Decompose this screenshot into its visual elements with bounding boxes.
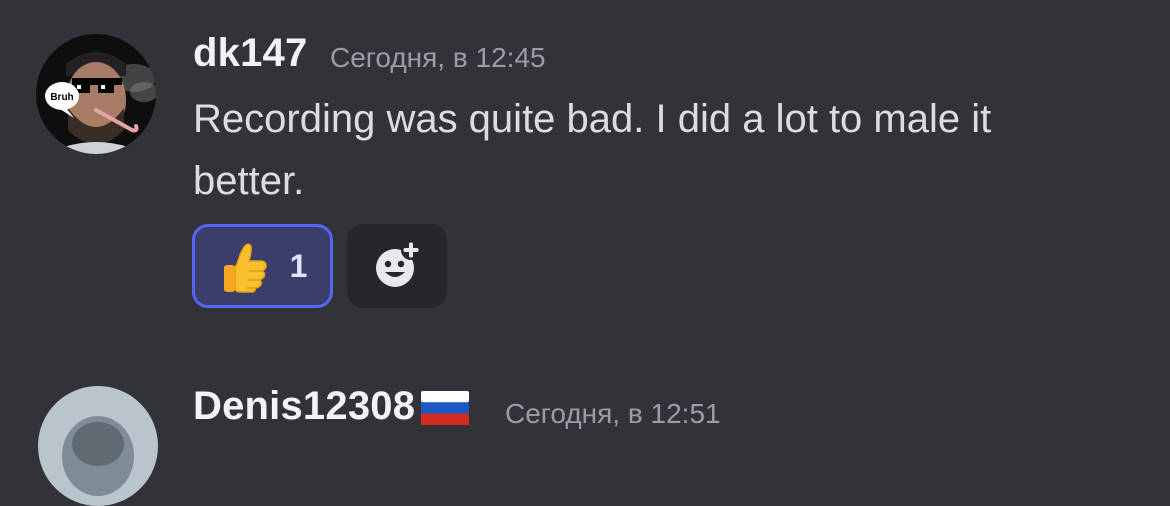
thumbs-up-icon [223, 243, 267, 293]
avatar[interactable] [38, 386, 158, 506]
reaction-thumbs-up[interactable]: 1 [192, 224, 333, 308]
add-reaction-button[interactable] [347, 224, 447, 308]
russia-flag-icon [421, 391, 470, 426]
avatar-image [38, 386, 158, 506]
chat-message: Bruh dk147 Сегодня, в 12:45 Recording wa… [0, 0, 1170, 340]
username[interactable]: Denis12308 [193, 384, 470, 429]
reactions-bar: 1 [192, 224, 447, 308]
reaction-count: 1 [289, 247, 308, 284]
avatar-image: Bruh [36, 34, 156, 154]
timestamp: Сегодня, в 12:45 [330, 42, 546, 73]
username[interactable]: dk147 [193, 31, 307, 76]
add-reaction-icon [376, 240, 421, 287]
username-text: Denis12308 [193, 384, 416, 428]
chat-message: Denis12308 Сегодня, в 12:51 [0, 340, 1170, 506]
message-text: Recording was quite bad. I did a lot to … [193, 97, 992, 203]
timestamp: Сегодня, в 12:51 [505, 398, 721, 429]
avatar-badge-text: Bruh [50, 92, 73, 103]
avatar[interactable]: Bruh [36, 34, 156, 154]
